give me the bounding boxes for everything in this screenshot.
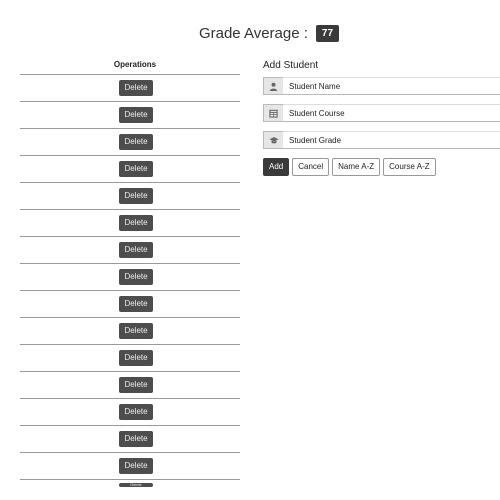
delete-button[interactable]: Delete	[119, 323, 153, 339]
table-body: Delete Delete Delete Delete Delete Delete Dele…	[20, 75, 240, 490]
student-name-input[interactable]	[283, 77, 500, 95]
table-row: Delete	[20, 291, 240, 318]
table-row: Delete	[20, 480, 240, 490]
table-row: Delete	[20, 345, 240, 372]
operations-column-header: Operations	[20, 60, 240, 75]
students-table: Operations Delete Delete Delete Delete Delet…	[20, 60, 240, 490]
table-row: Delete	[20, 318, 240, 345]
table-row: Delete	[20, 183, 240, 210]
add-button[interactable]: Add	[263, 158, 290, 176]
delete-button[interactable]: Delete	[119, 242, 153, 258]
student-course-field	[263, 104, 500, 122]
table-row: Delete	[20, 75, 240, 102]
table-row: Delete	[20, 453, 240, 480]
cancel-button[interactable]: Cancel	[292, 158, 330, 176]
student-course-input[interactable]	[283, 104, 500, 122]
delete-button[interactable]: Delete	[119, 404, 153, 420]
delete-button[interactable]: Delete	[119, 134, 153, 150]
delete-button[interactable]: Delete	[119, 377, 153, 393]
delete-button[interactable]: Delete	[119, 161, 153, 177]
sort-name-button[interactable]: Name A-Z	[332, 158, 381, 176]
table-row: Delete	[20, 426, 240, 453]
form-title: Add Student	[263, 60, 319, 71]
grade-average-label: Grade Average :	[198, 25, 308, 42]
form-actions: Add Cancel Name A-Z Course A-Z	[263, 158, 500, 176]
table-row: Delete	[20, 129, 240, 156]
add-student-form: Add Student Add Cancel Name A-Z Course A…	[263, 60, 500, 176]
table-row: Delete	[20, 264, 240, 291]
delete-button[interactable]: Delete	[119, 431, 153, 447]
table-row: Delete	[20, 210, 240, 237]
table-row: Delete	[20, 102, 240, 129]
sort-course-button[interactable]: Course A-Z	[383, 158, 436, 176]
delete-button[interactable]: Delete	[119, 188, 153, 204]
delete-button[interactable]: Delete	[119, 107, 153, 123]
table-row: Delete	[20, 372, 240, 399]
delete-button[interactable]: Delete	[119, 483, 153, 487]
student-name-field	[263, 77, 500, 95]
delete-button[interactable]: Delete	[119, 296, 153, 312]
table-row: Delete	[20, 237, 240, 264]
delete-button[interactable]: Delete	[119, 350, 153, 366]
delete-button[interactable]: Delete	[119, 458, 153, 474]
table-row: Delete	[20, 399, 240, 426]
student-grade-input[interactable]	[283, 131, 500, 149]
user-icon	[263, 77, 283, 95]
grade-average-badge: 77	[315, 25, 340, 42]
calendar-icon	[263, 104, 283, 122]
table-row: Delete	[20, 156, 240, 183]
grade-average-header: Grade Average : 77	[0, 25, 500, 42]
page: Grade Average : 77 Operations Delete Dele…	[0, 0, 500, 500]
graduation-cap-icon	[263, 131, 283, 149]
student-grade-field	[263, 131, 500, 149]
delete-button[interactable]: Delete	[119, 80, 153, 96]
delete-button[interactable]: Delete	[119, 215, 153, 231]
delete-button[interactable]: Delete	[119, 269, 153, 285]
